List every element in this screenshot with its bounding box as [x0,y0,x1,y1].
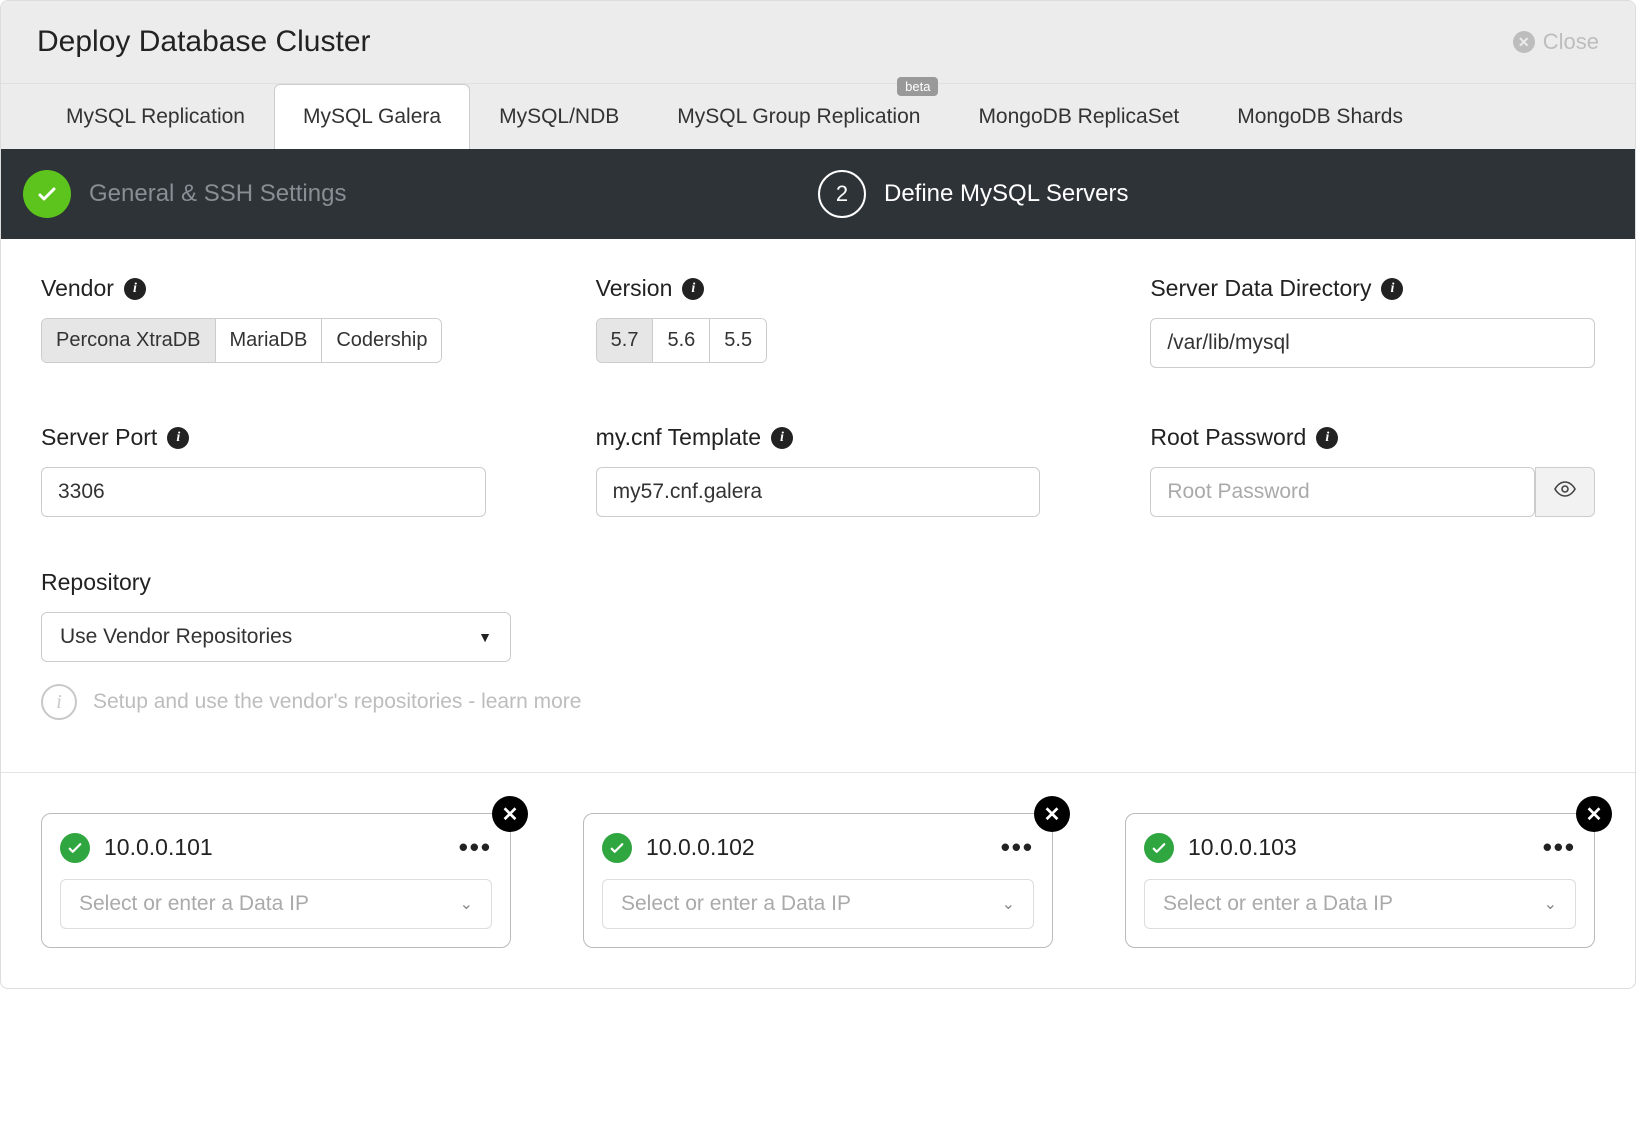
tab-label: MySQL/NDB [499,105,619,128]
repository-hint: i Setup and use the vendor's repositorie… [41,684,1595,720]
version-label: Version i [596,275,1041,302]
vendor-label: Vendor i [41,275,486,302]
rootpw-group: Root Password i [1150,424,1595,517]
beta-badge: beta [897,77,938,96]
info-icon[interactable]: i [682,278,704,300]
chevron-down-icon: ⌄ [1002,894,1015,914]
server-ip: 10.0.0.101 [104,834,213,861]
tab-mysql-galera[interactable]: MySQL Galera [274,84,470,149]
tab-mysql-replication[interactable]: MySQL Replication [37,84,274,149]
data-ip-placeholder: Select or enter a Data IP [79,892,309,916]
port-group: Server Port i [41,424,486,517]
info-icon[interactable]: i [1381,278,1403,300]
close-icon: ✕ [1586,802,1603,827]
mycnf-label: my.cnf Template i [596,424,1041,451]
data-dir-label: Server Data Directory i [1150,275,1595,302]
version-group: Version i 5.7 5.6 5.5 [596,275,1041,368]
tab-label: MongoDB ReplicaSet [978,105,1179,128]
form-area: Vendor i Percona XtraDB MariaDB Codershi… [1,239,1635,746]
chevron-down-icon: ⌄ [460,894,473,914]
rootpw-label: Root Password i [1150,424,1595,451]
vendor-percona-button[interactable]: Percona XtraDB [42,319,216,362]
vendor-mariadb-button[interactable]: MariaDB [216,319,323,362]
remove-server-button[interactable]: ✕ [492,796,528,832]
info-icon[interactable]: i [1316,427,1338,449]
close-icon: ✕ [1044,802,1061,827]
data-ip-select[interactable]: Select or enter a Data IP ⌄ [602,879,1034,929]
modal-title: Deploy Database Cluster [37,25,371,59]
port-input[interactable] [41,467,486,517]
tab-label: MySQL Replication [66,105,245,128]
server-card: ✕ 10.0.0.103 ••• Select or enter a Data … [1125,813,1595,948]
close-label: Close [1543,29,1599,55]
mycnf-group: my.cnf Template i [596,424,1041,517]
server-card: ✕ 10.0.0.102 ••• Select or enter a Data … [583,813,1053,948]
port-label: Server Port i [41,424,486,451]
servers-row: ✕ 10.0.0.101 ••• Select or enter a Data … [1,773,1635,988]
version-55-button[interactable]: 5.5 [710,319,766,362]
server-ip: 10.0.0.103 [1188,834,1297,861]
repository-hint-text[interactable]: Setup and use the vendor's repositories … [93,690,581,714]
info-icon[interactable]: i [771,427,793,449]
remove-server-button[interactable]: ✕ [1034,796,1070,832]
server-menu-button[interactable]: ••• [1543,832,1576,863]
repository-select[interactable]: Use Vendor Repositories ▼ [41,612,511,662]
info-icon[interactable]: i [124,278,146,300]
step-define-servers[interactable]: 2 Define MySQL Servers [818,170,1635,218]
chevron-down-icon: ⌄ [1544,894,1557,914]
vendor-codership-button[interactable]: Codership [322,319,441,362]
close-icon: ✕ [502,802,519,827]
repository-value: Use Vendor Repositories [60,625,292,649]
step-label: General & SSH Settings [89,180,346,208]
check-icon [23,170,71,218]
tab-mysql-group-replication[interactable]: beta MySQL Group Replication [648,84,949,149]
mycnf-input[interactable] [596,467,1041,517]
version-56-button[interactable]: 5.6 [653,319,710,362]
close-button[interactable]: ✕ Close [1513,29,1599,55]
version-segment: 5.7 5.6 5.5 [596,318,767,363]
check-circle-icon [602,833,632,863]
tab-mongodb-replicaset[interactable]: MongoDB ReplicaSet [949,84,1208,149]
deploy-cluster-modal: Deploy Database Cluster ✕ Close MySQL Re… [0,0,1636,989]
version-57-button[interactable]: 5.7 [597,319,654,362]
vendor-group: Vendor i Percona XtraDB MariaDB Codershi… [41,275,486,368]
step-number-circle: 2 [818,170,866,218]
wizard-stepper: General & SSH Settings 2 Define MySQL Se… [1,149,1635,239]
info-icon[interactable]: i [167,427,189,449]
modal-header: Deploy Database Cluster ✕ Close [1,1,1635,84]
rootpw-input[interactable] [1150,467,1535,517]
caret-down-icon: ▼ [478,629,492,645]
repository-group: Repository Use Vendor Repositories ▼ i S… [41,569,1595,720]
close-icon: ✕ [1513,31,1535,53]
remove-server-button[interactable]: ✕ [1576,796,1612,832]
data-ip-placeholder: Select or enter a Data IP [621,892,851,916]
step-general-ssh[interactable]: General & SSH Settings [1,170,818,218]
toggle-password-button[interactable] [1535,467,1595,517]
server-card: ✕ 10.0.0.101 ••• Select or enter a Data … [41,813,511,948]
data-ip-placeholder: Select or enter a Data IP [1163,892,1393,916]
info-outline-icon: i [41,684,77,720]
server-menu-button[interactable]: ••• [1001,832,1034,863]
data-dir-group: Server Data Directory i [1150,275,1595,368]
tab-mongodb-shards[interactable]: MongoDB Shards [1208,84,1432,149]
check-circle-icon [60,833,90,863]
tab-label: MySQL Group Replication [677,105,920,128]
data-dir-input[interactable] [1150,318,1595,368]
data-ip-select[interactable]: Select or enter a Data IP ⌄ [1144,879,1576,929]
data-ip-select[interactable]: Select or enter a Data IP ⌄ [60,879,492,929]
eye-icon [1553,477,1577,507]
repository-label: Repository [41,569,1595,596]
vendor-segment: Percona XtraDB MariaDB Codership [41,318,442,363]
tab-label: MongoDB Shards [1237,105,1403,128]
tab-label: MySQL Galera [303,105,441,128]
tab-mysql-ndb[interactable]: MySQL/NDB [470,84,648,149]
cluster-type-tabs: MySQL Replication MySQL Galera MySQL/NDB… [1,84,1635,149]
check-circle-icon [1144,833,1174,863]
step-label: Define MySQL Servers [884,180,1129,208]
server-menu-button[interactable]: ••• [459,832,492,863]
server-ip: 10.0.0.102 [646,834,755,861]
